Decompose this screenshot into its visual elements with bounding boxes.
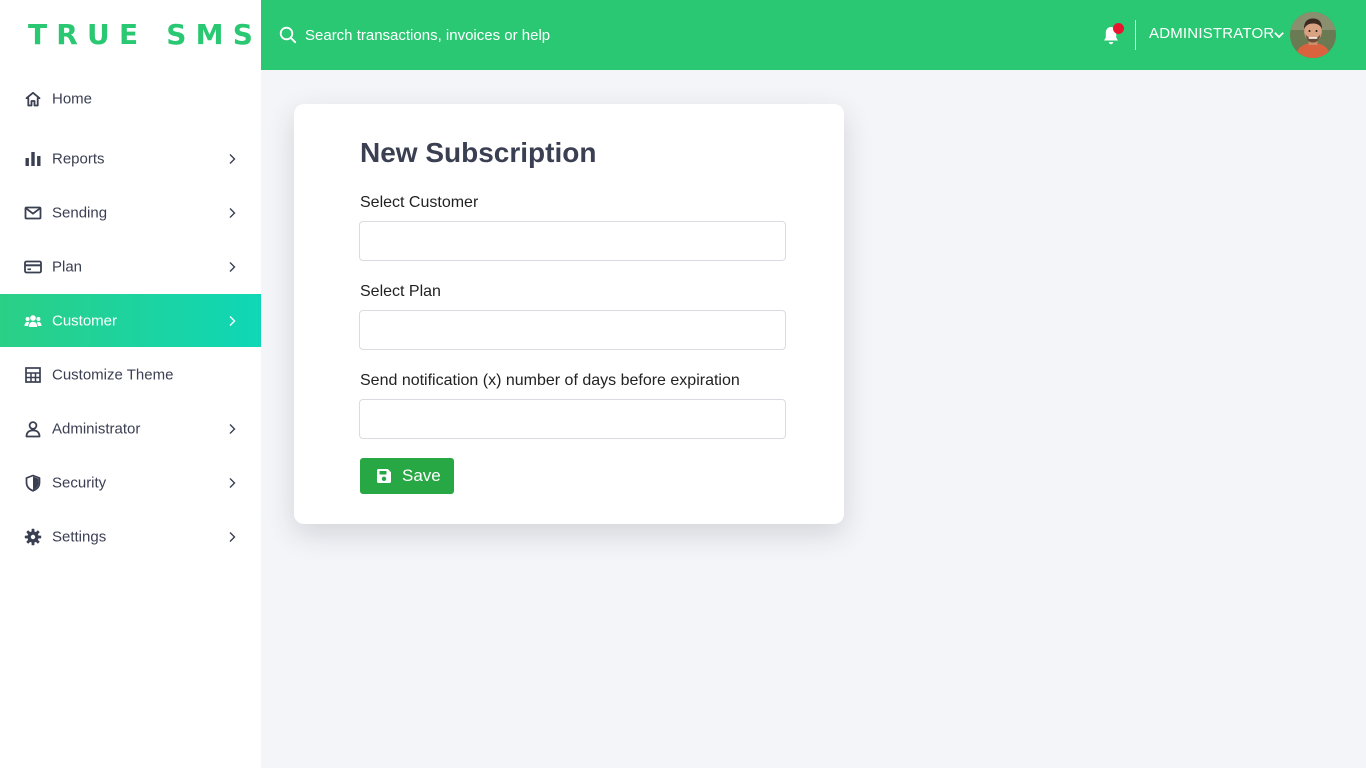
sidebar-item-customer[interactable]: Customer (0, 294, 261, 347)
sidebar-item-label: Customer (52, 312, 118, 329)
sidebar-item-customize-theme[interactable]: Customize Theme (0, 348, 261, 401)
page-title: New Subscription (360, 137, 597, 168)
sidebar: TRUE SMS Home Reports Sending Plan Custo… (0, 0, 261, 768)
sidebar-item-security[interactable]: Security (0, 456, 261, 509)
notification-days-label: Send notification (x) number of days bef… (360, 372, 740, 389)
envelope-icon (24, 204, 42, 222)
search-icon (279, 26, 297, 44)
select-customer-label: Select Customer (360, 194, 479, 211)
sidebar-item-settings[interactable]: Settings (0, 510, 261, 563)
sidebar-item-sending[interactable]: Sending (0, 186, 261, 239)
chevron-right-icon (229, 153, 236, 164)
credit-card-icon (24, 258, 42, 276)
home-icon (24, 90, 42, 108)
bar-chart-icon (24, 150, 42, 168)
sidebar-item-administrator[interactable]: Administrator (0, 402, 261, 455)
select-plan-input[interactable] (359, 310, 786, 350)
shield-icon (24, 474, 42, 492)
chevron-right-icon (229, 477, 236, 488)
notification-days-input[interactable] (359, 399, 786, 439)
sidebar-item-label: Reports (52, 150, 105, 167)
sidebar-item-reports[interactable]: Reports (0, 132, 261, 185)
new-subscription-card: New Subscription Select Customer Select … (294, 104, 844, 524)
save-button-label: Save (402, 466, 441, 485)
chevron-right-icon (229, 315, 236, 326)
sidebar-item-label: Administrator (52, 420, 141, 437)
sidebar-item-home[interactable]: Home (0, 72, 261, 125)
chevron-right-icon (229, 423, 236, 434)
brand-logo[interactable]: TRUE SMS (28, 18, 262, 52)
chevron-down-icon[interactable] (1273, 29, 1285, 41)
sidebar-item-plan[interactable]: Plan (0, 240, 261, 293)
chevron-right-icon (229, 207, 236, 218)
avatar[interactable] (1290, 12, 1336, 58)
sidebar-item-label: Security (52, 474, 107, 491)
sidebar-item-label: Plan (52, 258, 83, 275)
header-divider (1135, 20, 1136, 50)
top-bar: ADMINISTRATOR (261, 0, 1366, 70)
sidebar-item-label: Home (52, 90, 93, 107)
floppy-disk-icon (377, 469, 391, 483)
sidebar-item-label: Settings (52, 528, 107, 545)
chevron-right-icon (229, 261, 236, 272)
users-icon (24, 312, 42, 330)
gear-icon (24, 528, 42, 546)
layout-grid-icon (24, 366, 42, 384)
user-menu-name[interactable]: ADMINISTRATOR (1149, 25, 1274, 42)
search-input[interactable] (305, 22, 665, 48)
notification-badge (1113, 23, 1124, 34)
user-icon (24, 420, 42, 438)
chevron-right-icon (229, 531, 236, 542)
select-customer-input[interactable] (359, 221, 786, 261)
select-plan-label: Select Plan (360, 283, 441, 300)
sidebar-item-label: Sending (52, 204, 108, 221)
sidebar-item-label: Customize Theme (52, 366, 174, 383)
save-button[interactable]: Save (360, 458, 454, 494)
